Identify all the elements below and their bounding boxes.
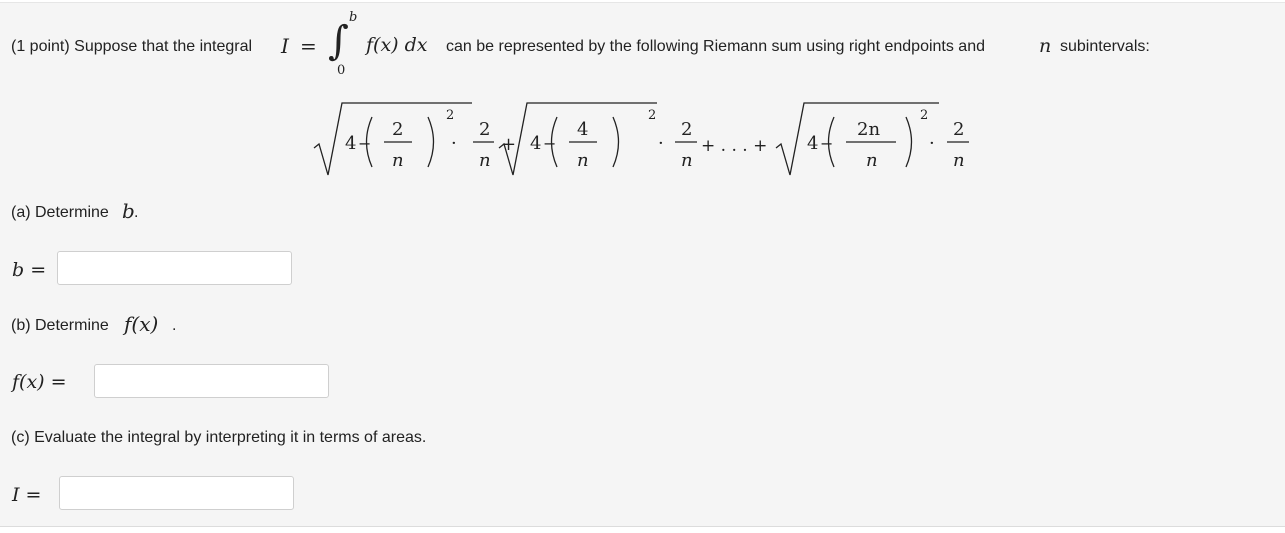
cdot-3: ·	[929, 133, 935, 154]
term2-numerator: 4	[577, 119, 588, 140]
plus-sign-1: +	[501, 134, 517, 155]
intro-n-symbol: n	[1039, 35, 1052, 57]
minus-2: −	[543, 134, 556, 153]
radicand-four-2: 4	[530, 133, 541, 154]
intro-suffix-b: subintervals:	[1060, 38, 1150, 55]
factor2-denominator: n	[681, 150, 693, 171]
part-b-variable: f(x)	[124, 312, 159, 336]
exp-2: 2	[648, 108, 656, 123]
answer-f-input[interactable]	[94, 364, 329, 398]
cdot-1: ·	[451, 133, 457, 154]
intro-I-symbol: I	[281, 34, 289, 58]
part-b-period: .	[172, 317, 177, 334]
answer-f-label: f(x) =	[12, 371, 67, 393]
answer-I-input[interactable]	[59, 476, 294, 510]
part-c-prompt: (c) Evaluate the integral by interpretin…	[11, 429, 427, 446]
ellipsis-plus: + . . . +	[701, 136, 767, 156]
integral-upper-limit: b	[349, 10, 358, 25]
part-a-period: .	[134, 204, 139, 221]
factor1-numerator: 2	[479, 119, 490, 140]
answer-b-label: b =	[12, 259, 47, 281]
integrand: f(x) dx	[366, 34, 428, 56]
radicand-four-1: 4	[345, 133, 356, 154]
exp-1: 2	[446, 108, 454, 123]
part-a-prompt: (a) Determine	[11, 204, 109, 221]
term1-numerator: 2	[392, 119, 403, 140]
answer-I-label: I =	[12, 484, 42, 506]
factor3-numerator: 2	[953, 119, 964, 140]
cdot-2: ·	[658, 133, 664, 154]
term1-denominator: n	[392, 150, 404, 171]
minus-1: −	[358, 134, 371, 153]
factor3-denominator: n	[953, 150, 965, 171]
part-a-variable: b	[122, 199, 135, 223]
intro-prefix: (1 point) Suppose that the integral	[11, 38, 253, 55]
term2-denominator: n	[577, 150, 589, 171]
riemann-sum-formula: 4 − 2 n 2 · 2 n + 4 − 4 n 2 · 2 n + . . …	[313, 102, 969, 176]
term3-denominator: n	[866, 150, 878, 171]
radicand-four-3: 4	[807, 133, 818, 154]
intro-suffix-a: can be represented by the following Riem…	[446, 38, 985, 55]
factor2-numerator: 2	[681, 119, 692, 140]
answer-b-input[interactable]	[57, 251, 292, 285]
factor1-denominator: n	[479, 150, 491, 171]
term3-numerator: 2n	[857, 119, 880, 140]
exp-3: 2	[920, 108, 928, 123]
minus-3: −	[820, 134, 833, 153]
intro-equals: =	[300, 34, 317, 58]
integral-lower-limit: 0	[337, 63, 346, 78]
integral-sign: ∫	[328, 18, 349, 64]
part-b-prompt: (b) Determine	[11, 317, 109, 334]
